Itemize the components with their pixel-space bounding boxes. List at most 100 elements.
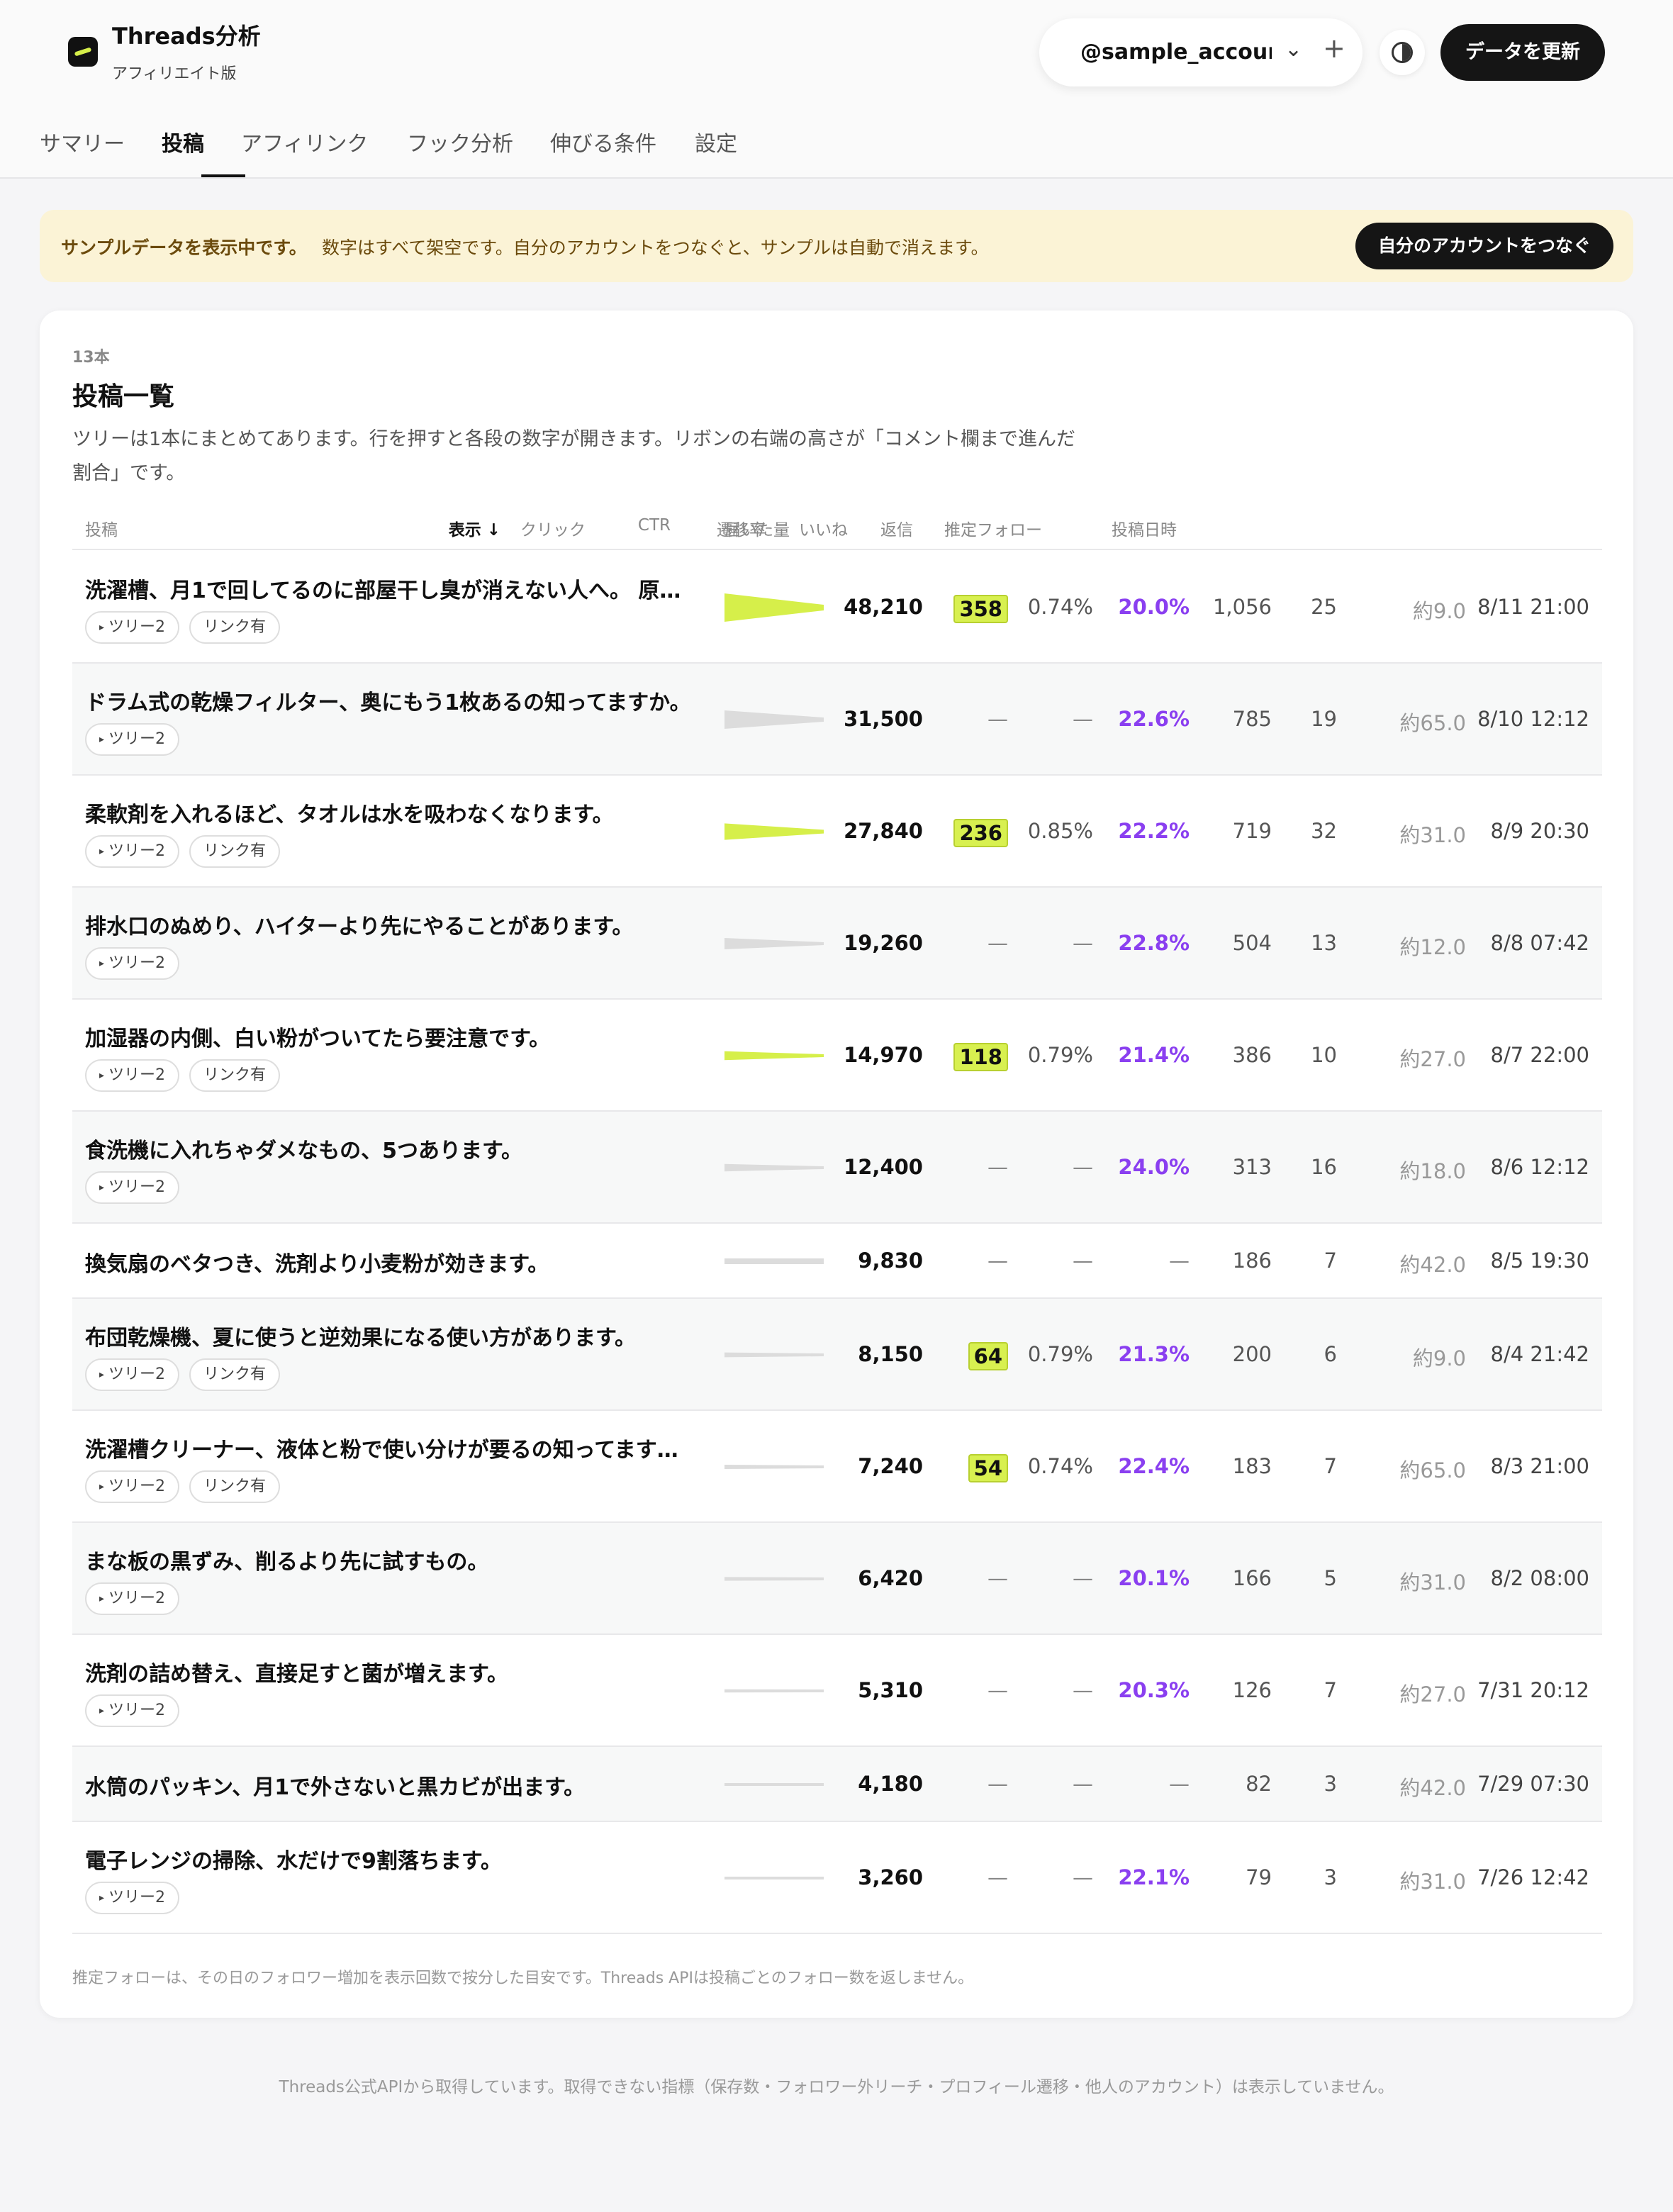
table-row[interactable]: 洗濯槽、月1で回してるのに部屋干し臭が消えない人へ。 原… ▸ ツリー2 リンク有 48… (72, 552, 1602, 664)
follows-cell: 約27.0 (1399, 1047, 1466, 1071)
col-post[interactable]: 投稿 (85, 516, 118, 540)
tab-hook-analysis[interactable]: フック分析 (407, 126, 513, 157)
post-tags: ▸ ツリー2 (85, 1882, 189, 1914)
reach-ribbon-shape (724, 1163, 824, 1172)
reach-ribbon (724, 1352, 824, 1358)
clicks-badge: 64 (968, 1342, 1008, 1370)
likes-cell: 200 (1232, 1342, 1272, 1366)
likes-cell: 82 (1246, 1772, 1272, 1796)
replies-cell: 10 (1311, 1043, 1337, 1067)
theme-toggle-button[interactable] (1380, 30, 1425, 75)
transition-cell: 22.1% (1118, 1865, 1190, 1889)
thread-tag[interactable]: ▸ ツリー2 (85, 1470, 180, 1503)
account-name[interactable]: @sample_account (1080, 40, 1272, 65)
table-row[interactable]: ドラム式の乾燥フィルター、奥にもう1枚あるの知ってますか。 ▸ ツリー2 31,500… (72, 664, 1602, 776)
tab-summary[interactable]: サマリー (40, 126, 125, 157)
add-account-icon[interactable]: + (1323, 33, 1345, 64)
reach-ribbon-shape (724, 1051, 824, 1061)
banner-text: 数字はすべて架空です。自分のアカウントをつなぐと、サンプルは自動で消えます。 (322, 238, 989, 258)
likes-cell: 313 (1232, 1155, 1272, 1179)
ctr-cell: — (1073, 1249, 1093, 1273)
views-cell: 3,260 (858, 1865, 923, 1889)
account-selector[interactable]: @sample_account ⌄ + (1039, 18, 1363, 86)
date-cell: 8/9 20:30 (1490, 819, 1589, 843)
follows-cell: 約9.0 (1412, 1346, 1466, 1370)
date-cell: 8/8 07:42 (1490, 931, 1589, 955)
col-date[interactable]: 投稿日時 (1112, 516, 1177, 540)
thread-tag[interactable]: ▸ ツリー2 (85, 611, 180, 644)
reach-ribbon-shape (724, 1689, 824, 1693)
post-title: まな板の黒ずみ、削るより先に試すもの。 (85, 1550, 489, 1575)
thread-tag[interactable]: ▸ ツリー2 (85, 947, 180, 980)
connect-account-button[interactable]: 自分のアカウントをつなぐ (1355, 223, 1613, 269)
expand-icon: ▸ (99, 1070, 105, 1081)
post-tags: ▸ ツリー2 リンク有 (85, 611, 290, 644)
reach-ribbon-shape (724, 1877, 824, 1879)
tag-label: リンク有 (203, 618, 267, 636)
table-row[interactable]: 洗剤の詰め替え、直接足すと菌が増えます。 ▸ ツリー2 5,310 — — 20.3% 126… (72, 1635, 1602, 1747)
thread-tag[interactable]: ▸ ツリー2 (85, 1358, 180, 1391)
table-row[interactable]: まな板の黒ずみ、削るより先に試すもの。 ▸ ツリー2 6,420 — — 20.1% 166 5… (72, 1523, 1602, 1635)
reach-ribbon (724, 1465, 824, 1469)
table-row[interactable]: 排水口のぬめり、ハイターより先にやることがあります。 ▸ ツリー2 19,260 — — 2… (72, 888, 1602, 1000)
clicks-cell: — (987, 1678, 1008, 1702)
tab-posts[interactable]: 投稿 (162, 126, 204, 157)
views-cell: 14,970 (844, 1043, 923, 1067)
reach-ribbon (724, 823, 824, 840)
table-row[interactable]: 柔軟剤を入れるほど、タオルは水を吸わなくなります。 ▸ ツリー2 リンク有 27,840… (72, 776, 1602, 888)
date-cell: 8/7 22:00 (1490, 1043, 1589, 1067)
post-title: 電子レンジの掃除、水だけで9割落ちます。 (85, 1849, 502, 1874)
thread-tag[interactable]: ▸ ツリー2 (85, 1059, 180, 1092)
col-follows[interactable]: 推定フォロー (944, 516, 1042, 540)
tab-affiliate-links[interactable]: アフィリンク (241, 126, 368, 157)
thread-tag[interactable]: ▸ ツリー2 (85, 723, 180, 756)
card-description: ツリーは1本にまとめてあります。行を押すと各段の数字が開きます。リボンの右端の高… (72, 428, 1075, 484)
col-transition[interactable]: 遷移率 (717, 516, 766, 540)
thread-tag[interactable]: ▸ ツリー2 (85, 1171, 180, 1204)
tab-growth-conditions[interactable]: 伸びる条件 (550, 126, 656, 157)
ctr-cell: 0.74% (1027, 1454, 1093, 1478)
follows-cell: 約31.0 (1399, 1570, 1466, 1594)
post-title: 排水口のぬめり、ハイターより先にやることがあります。 (85, 915, 634, 939)
table-row[interactable]: 布団乾燥機、夏に使うと逆効果になる使い方があります。 ▸ ツリー2 リンク有 8,150… (72, 1299, 1602, 1411)
follows-cell: 約27.0 (1399, 1682, 1466, 1707)
col-replies[interactable]: 返信 (880, 516, 913, 540)
follows-cell: 約42.0 (1399, 1253, 1466, 1277)
table-row[interactable]: 換気扇のベタつき、洗剤より小麦粉が効きます。 9,830 — — — 186 7 約42.0 8… (72, 1224, 1602, 1299)
follows-cell: 約9.0 (1412, 599, 1466, 623)
reach-ribbon (724, 1577, 824, 1581)
thread-tag[interactable]: ▸ ツリー2 (85, 1582, 180, 1615)
reach-ribbon-shape (724, 1465, 824, 1469)
expand-icon: ▸ (99, 1481, 105, 1492)
date-cell: 8/5 19:30 (1490, 1249, 1589, 1273)
col-views[interactable]: 表示 ↓ (449, 516, 500, 540)
table-row[interactable]: 洗濯槽クリーナー、液体と粉で使い分けが要るの知ってます… ▸ ツリー2 リンク有 7,2… (72, 1411, 1602, 1523)
tag-label: ツリー2 (108, 618, 166, 636)
transition-cell: 22.8% (1118, 931, 1190, 955)
post-list-card: 13本 投稿一覧 ツリーは1本にまとめてあります。行を押すと各段の数字が開きます… (40, 311, 1633, 2018)
thread-tag[interactable]: ▸ ツリー2 (85, 1694, 180, 1727)
table-row[interactable]: 食洗機に入れちゃダメなもの、5つあります。 ▸ ツリー2 12,400 — — 24.0% 3… (72, 1112, 1602, 1224)
tab-settings[interactable]: 設定 (695, 126, 737, 157)
link-tag: リンク有 (189, 1059, 281, 1092)
refresh-data-button[interactable]: データを更新 (1440, 24, 1605, 81)
link-tag: リンク有 (189, 611, 281, 644)
table-row[interactable]: 加湿器の内側、白い粉がついてたら要注意です。 ▸ ツリー2 リンク有 14,970 118… (72, 1000, 1602, 1112)
col-clicks[interactable]: クリック (520, 516, 586, 540)
table-row[interactable]: 電子レンジの掃除、水だけで9割落ちます。 ▸ ツリー2 3,260 — — 22.1% 79 3… (72, 1822, 1602, 1934)
col-likes[interactable]: いいね (799, 516, 848, 540)
date-cell: 8/10 12:12 (1477, 707, 1589, 731)
date-cell: 8/2 08:00 (1490, 1566, 1589, 1590)
clicks-badge: 236 (953, 819, 1008, 847)
ctr-cell: — (1073, 1566, 1093, 1590)
thread-tag[interactable]: ▸ ツリー2 (85, 1882, 180, 1914)
replies-cell: 25 (1311, 595, 1337, 619)
post-tags: ▸ ツリー2 (85, 723, 189, 756)
table-row[interactable]: 水筒のパッキン、月1で外さないと黒カビが出ます。 4,180 — — — 82 3 約42.0… (72, 1747, 1602, 1822)
chevron-down-icon[interactable]: ⌄ (1285, 37, 1302, 62)
link-tag: リンク有 (189, 1358, 281, 1391)
post-tags: ▸ ツリー2 (85, 1694, 189, 1727)
thread-tag[interactable]: ▸ ツリー2 (85, 835, 180, 868)
post-title: 換気扇のベタつき、洗剤より小麦粉が効きます。 (85, 1252, 549, 1277)
col-ctr[interactable]: CTR (638, 516, 671, 535)
